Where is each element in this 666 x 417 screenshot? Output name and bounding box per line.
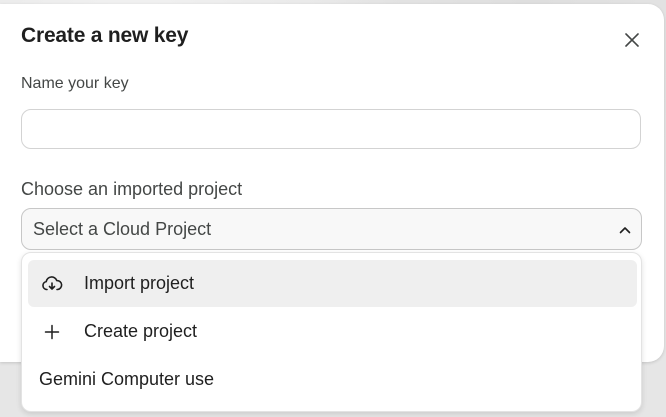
cloud-download-icon bbox=[40, 272, 64, 296]
menu-item-label: Gemini Computer use bbox=[39, 369, 215, 389]
plus-icon bbox=[40, 320, 64, 344]
dialog-title: Create a new key bbox=[21, 24, 189, 47]
project-label: Choose an imported project bbox=[21, 179, 243, 199]
menu-item-label: Create project bbox=[84, 321, 198, 341]
menu-item-label: Import project bbox=[84, 273, 195, 293]
chevron-up-icon bbox=[619, 227, 631, 234]
cloud-project-select[interactable]: Select a Cloud Project bbox=[21, 208, 642, 250]
close-icon bbox=[625, 33, 639, 47]
close-button[interactable] bbox=[618, 26, 646, 54]
menu-item-import-project[interactable]: Import project bbox=[28, 260, 637, 307]
menu-item-create-project[interactable]: Create project bbox=[28, 308, 637, 355]
project-dropdown-menu: Import project Create project Gemini Com… bbox=[21, 252, 642, 412]
select-placeholder: Select a Cloud Project bbox=[33, 219, 212, 239]
key-name-input[interactable] bbox=[21, 109, 641, 149]
name-label: Name your key bbox=[21, 75, 129, 92]
menu-item-gemini-computer-use[interactable]: Gemini Computer use bbox=[28, 356, 637, 403]
